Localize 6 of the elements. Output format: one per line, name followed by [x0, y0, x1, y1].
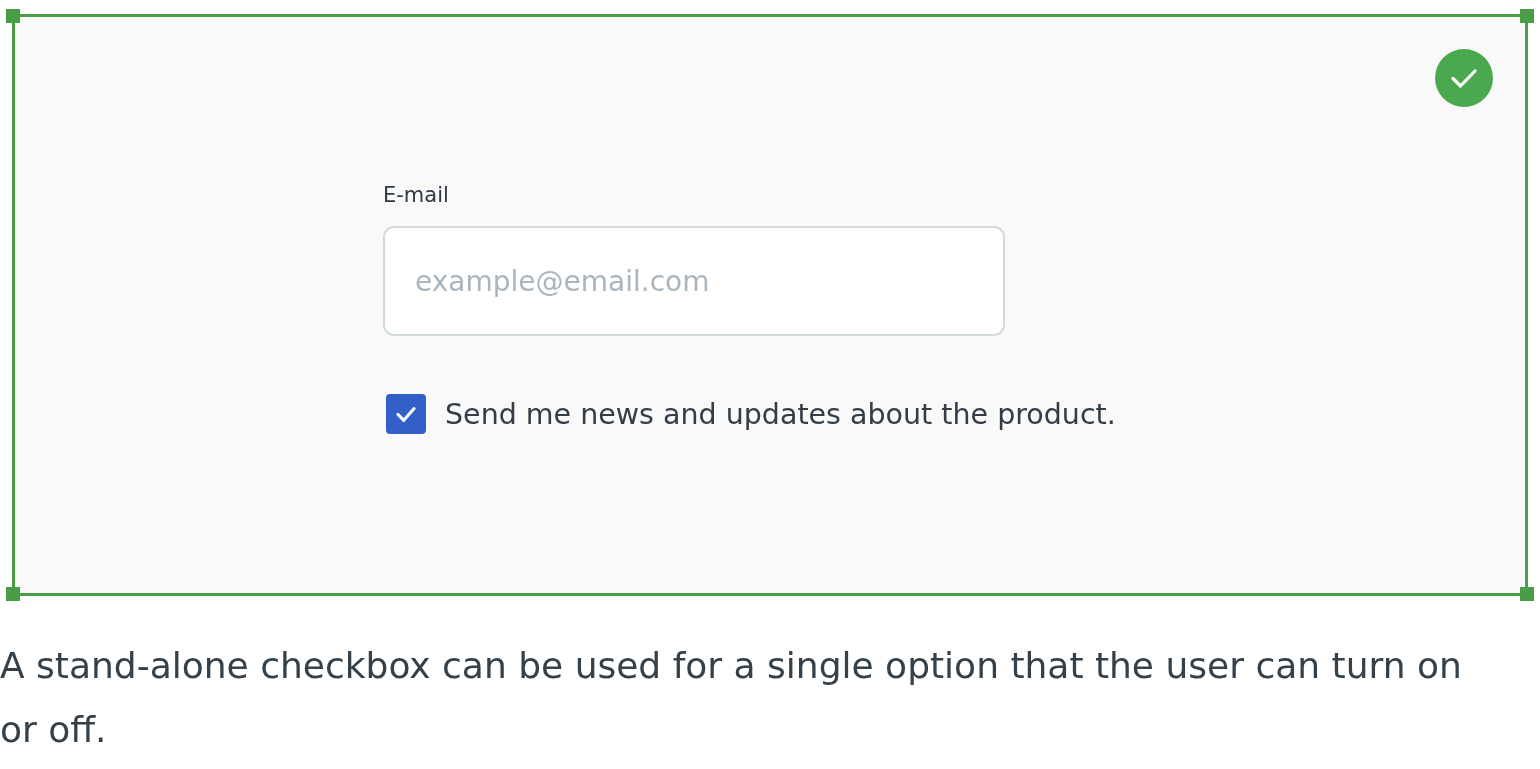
check-circle-icon [1435, 49, 1493, 107]
caption-text: A stand-alone checkbox can be used for a single option that the user can turn on or off. [0, 644, 1463, 752]
checkbox[interactable] [386, 394, 426, 434]
field-label: E-mail [383, 182, 449, 208]
checkbox-label: Send me news and updates about the product. [445, 397, 1116, 431]
email-field[interactable]: example@email.com [383, 226, 1005, 336]
